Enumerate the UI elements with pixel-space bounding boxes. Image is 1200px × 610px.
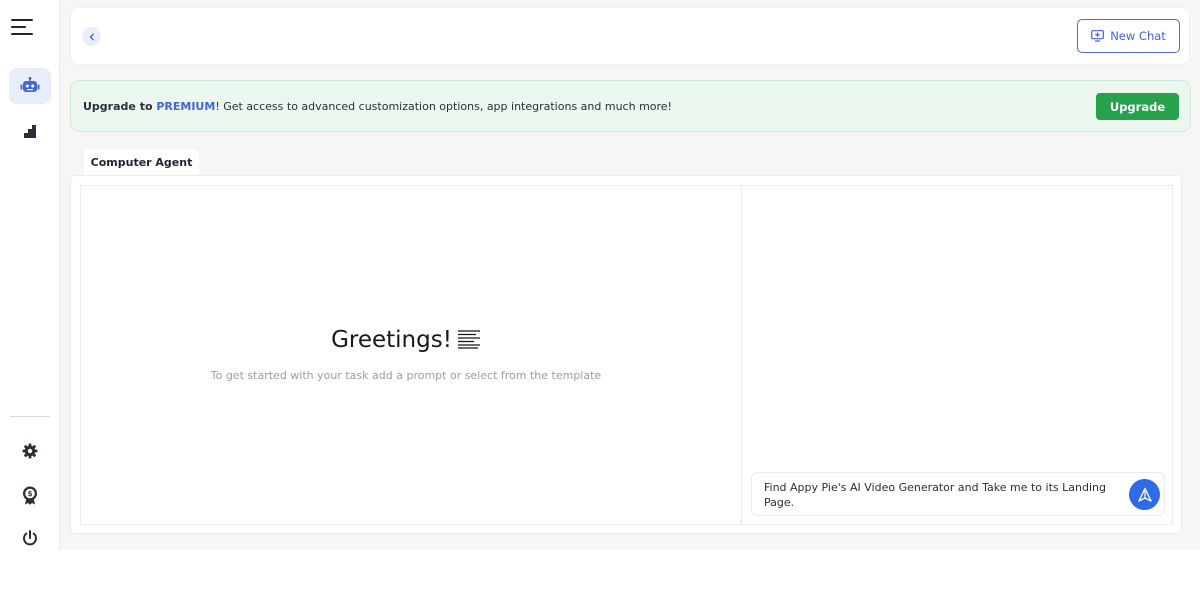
upgrade-button[interactable]: Upgrade [1096,93,1179,120]
new-chat-label: New Chat [1110,29,1166,43]
sidebar-item-logout[interactable] [9,520,51,556]
chat-pane: Greetings! To get started with your task… [80,185,741,525]
stairs-chart-icon [24,125,36,138]
menu-icon[interactable] [11,19,35,37]
upgrade-banner: Upgrade to PREMIUM! Get access to advanc… [70,80,1191,132]
new-chat-button[interactable]: New Chat [1077,19,1180,53]
greeting-text: Greetings! [331,327,452,353]
text-lines-icon [457,329,480,349]
svg-text:$: $ [28,490,33,498]
prompt-input[interactable]: Find Appy Pie's AI Video Generator and T… [751,472,1165,516]
send-arrow-icon [1137,487,1152,502]
agent-panel: Greetings! To get started with your task… [70,175,1182,534]
power-icon [23,530,37,546]
sidebar-divider [10,416,50,417]
sidebar: $ [0,0,60,550]
send-button[interactable] [1129,479,1160,510]
back-button[interactable] [82,27,101,46]
top-header: New Chat [70,7,1190,65]
app-root: $ New Chat Upgrade to PREMIUM! Get acces… [0,0,1200,550]
sidebar-item-rewards[interactable]: $ [9,477,51,513]
tab-computer-agent[interactable]: Computer Agent [84,149,199,175]
award-badge-icon: $ [23,486,37,505]
prompt-text[interactable]: Find Appy Pie's AI Video Generator and T… [764,480,1119,510]
gear-icon [22,443,38,459]
sidebar-item-agent[interactable] [9,68,51,104]
sidebar-item-stats[interactable] [9,113,51,149]
robot-icon [20,77,40,92]
premium-link[interactable]: PREMIUM [156,100,215,113]
banner-message: ! Get access to advanced customization o… [215,100,672,113]
banner-text: Upgrade to PREMIUM! Get access to advanc… [83,100,672,113]
greeting-heading: Greetings! [81,327,731,353]
sidebar-item-settings[interactable] [9,433,51,469]
greeting-subtitle: To get started with your task add a prom… [210,369,602,382]
prompt-pane: Find Appy Pie's AI Video Generator and T… [741,185,1173,525]
chevron-left-icon [89,33,94,40]
banner-prefix: Upgrade to [83,100,157,113]
add-monitor-icon [1091,30,1105,42]
